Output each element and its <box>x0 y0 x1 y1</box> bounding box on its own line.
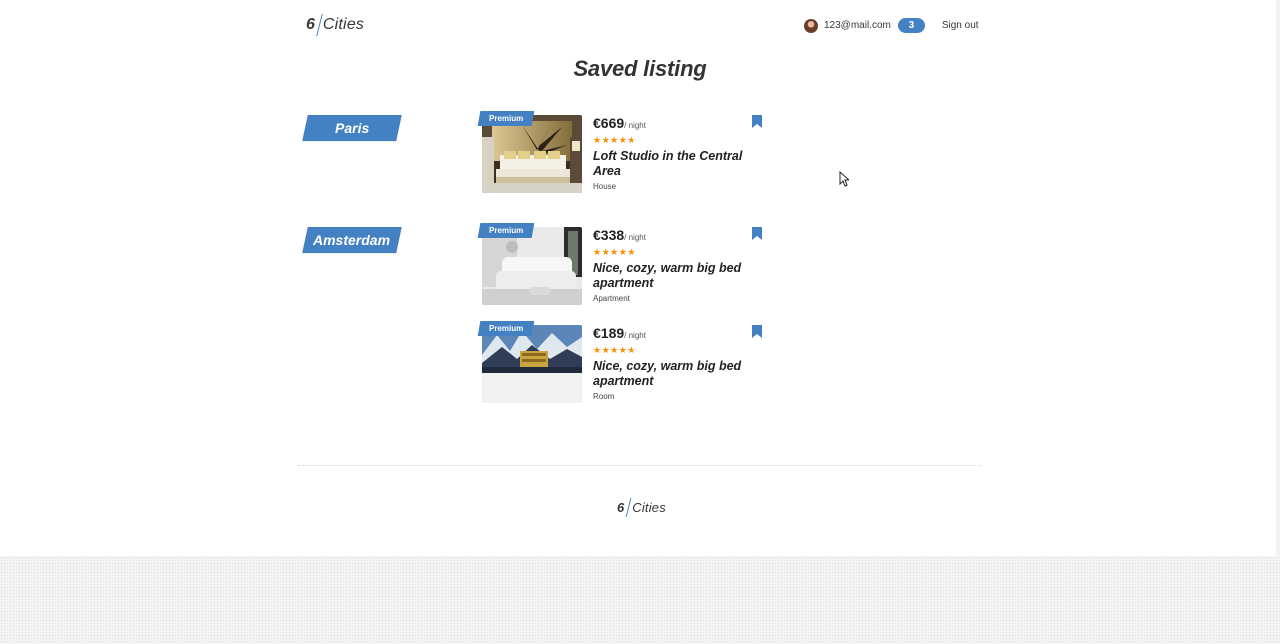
place-card-title[interactable]: Nice, cozy, warm big bed apartment <box>593 261 753 291</box>
logo-slash <box>625 498 632 517</box>
rating-stars: ★★★★★ ★★★★★ <box>593 346 643 355</box>
city-name: Paris <box>334 120 370 136</box>
price-value: €338 <box>593 227 625 243</box>
premium-badge: Premium <box>477 321 535 336</box>
rating-fill: ★★★★★ <box>593 346 633 355</box>
hotel-room-photo <box>482 115 582 193</box>
logo-slash <box>316 14 323 36</box>
price-value: €189 <box>593 325 625 341</box>
price-row: €669/ night <box>593 115 763 133</box>
rating-stars: ★★★★★ ★★★★★ <box>593 136 643 145</box>
price-row: €189/ night <box>593 325 763 343</box>
place-card-image[interactable] <box>482 227 582 305</box>
premium-badge: Premium <box>477 111 535 126</box>
logo-number: 6 <box>306 16 315 33</box>
logo-number: 6 <box>617 500 625 515</box>
city-tag-amsterdam[interactable]: Amsterdam <box>302 227 402 253</box>
footer-logo[interactable]: 6 Cities <box>617 498 666 517</box>
rating-stars: ★★★★★ ★★★★★ <box>593 248 643 257</box>
city-name: Amsterdam <box>313 232 391 248</box>
premium-label: Premium <box>488 114 524 123</box>
place-card-info: €189/ night ★★★★★ ★★★★★ Nice, cozy, warm… <box>593 325 763 401</box>
place-card-title[interactable]: Nice, cozy, warm big bed apartment <box>593 359 753 389</box>
scrollbar-track <box>1276 0 1280 556</box>
place-card[interactable]: Premium €669/ night ★★★★★ ★★★★★ Loft Stu… <box>477 111 772 193</box>
price-value: €669 <box>593 115 625 131</box>
premium-label: Premium <box>488 324 524 333</box>
bookmark-icon[interactable] <box>752 325 762 338</box>
place-card-title[interactable]: Loft Studio in the Central Area <box>593 149 753 179</box>
mountain-hotel-photo <box>482 325 582 403</box>
place-card-type: Apartment <box>593 294 630 303</box>
rating-fill: ★★★★★ <box>593 136 633 145</box>
price-row: €338/ night <box>593 227 763 245</box>
price-per-night: / night <box>624 233 646 242</box>
bookmark-icon[interactable] <box>752 227 762 240</box>
premium-badge: Premium <box>477 223 535 238</box>
city-tag-paris[interactable]: Paris <box>302 115 402 141</box>
bookmark-icon[interactable] <box>752 115 762 128</box>
logo-name: Cities <box>322 16 365 33</box>
header-logo[interactable]: 6 Cities <box>306 14 364 36</box>
place-card-type: Room <box>593 392 615 401</box>
place-card-image[interactable] <box>482 115 582 193</box>
user-nav: 123@mail.com 3 Sign out <box>804 17 979 34</box>
apartment-photo <box>482 227 582 305</box>
sign-out-link[interactable]: Sign out <box>942 20 979 31</box>
favorites-count-badge[interactable]: 3 <box>897 18 925 33</box>
price-per-night: / night <box>624 331 646 340</box>
logo-name: Cities <box>632 500 666 515</box>
rating-fill: ★★★★★ <box>593 248 636 257</box>
price-per-night: / night <box>624 121 646 130</box>
favorites-page: 6 Cities 123@mail.com 3 Sign out Saved l… <box>0 0 1276 556</box>
page-background-pattern <box>0 556 1280 644</box>
user-email[interactable]: 123@mail.com <box>824 20 891 31</box>
place-card-image[interactable] <box>482 325 582 403</box>
place-card-type: House <box>593 182 617 191</box>
avatar[interactable] <box>804 18 818 33</box>
place-card[interactable]: Premium €338/ night ★★★★★ ★★★★★ Nice, co… <box>477 223 772 305</box>
place-card[interactable]: Premium €189/ night ★★★★★ ★★★★★ Nice, co… <box>477 321 772 403</box>
premium-label: Premium <box>488 226 524 235</box>
page-title: Saved listing <box>573 56 707 81</box>
footer-divider <box>298 465 982 466</box>
place-card-info: €338/ night ★★★★★ ★★★★★ Nice, cozy, warm… <box>593 227 763 303</box>
place-card-info: €669/ night ★★★★★ ★★★★★ Loft Studio in t… <box>593 115 763 191</box>
mouse-cursor-icon <box>839 171 849 187</box>
